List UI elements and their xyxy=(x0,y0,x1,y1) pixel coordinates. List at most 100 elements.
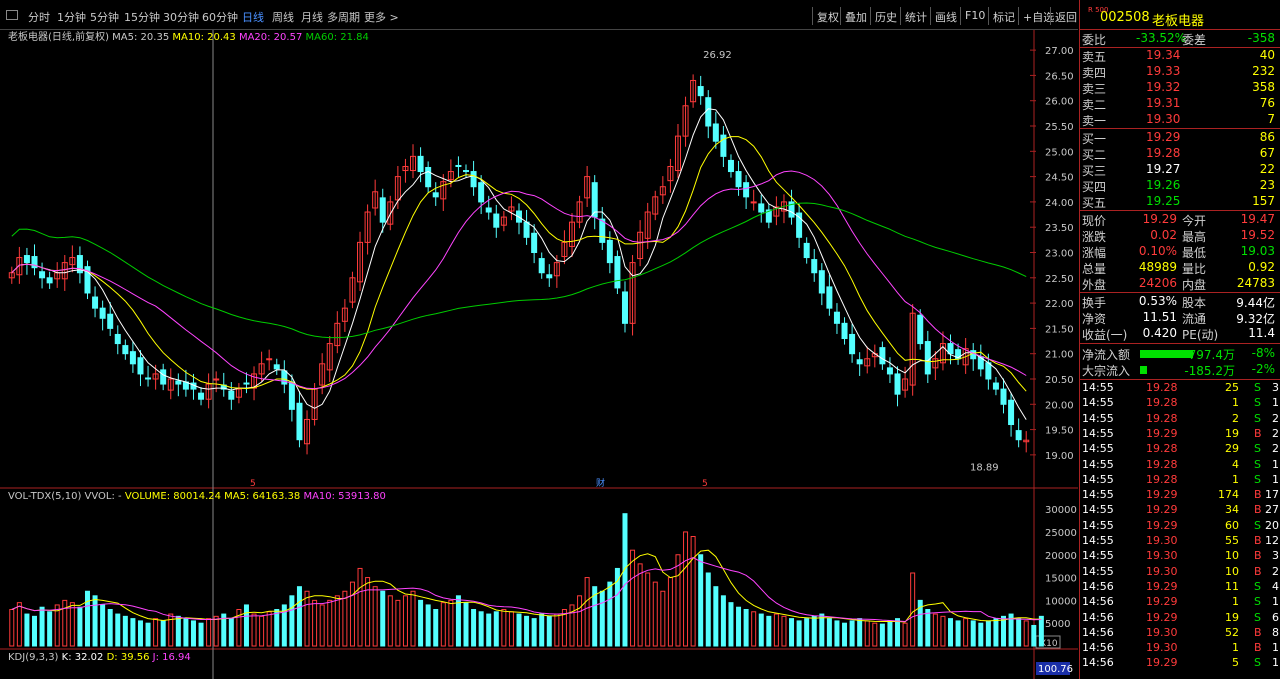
trade-time: 14:55 xyxy=(1082,503,1114,517)
ask-row-2: 卖三 19.32 358 xyxy=(1080,80,1280,96)
volume-bar xyxy=(675,554,681,647)
candle-body xyxy=(160,369,167,385)
toolbar-button-1[interactable]: 叠加 xyxy=(840,7,871,25)
trade-volume: 29 xyxy=(1225,442,1239,456)
price-tick-label-1: 26.50 xyxy=(1045,71,1074,82)
stat-value-2: 19.47 xyxy=(1240,212,1275,226)
candle-body xyxy=(145,377,152,380)
candle-body xyxy=(705,97,712,127)
toolbar-button-3[interactable]: 统计 xyxy=(900,7,931,25)
price-tick-label-16: 19.00 xyxy=(1045,451,1074,462)
order-diff-label: 委差 xyxy=(1182,33,1207,47)
fund-label: 收益(一) xyxy=(1082,328,1128,342)
flow-value: -797.4万 xyxy=(1184,348,1235,362)
bid-price: 19.29 xyxy=(1146,130,1181,144)
stat-row-3: 总量 48989 量比 0.92 xyxy=(1080,260,1280,276)
bid-label: 买四 xyxy=(1082,180,1107,194)
price-tick-label-3: 25.50 xyxy=(1045,122,1074,133)
period-tab-2[interactable]: 5分钟 xyxy=(90,9,119,25)
fund-label-2: 流通 xyxy=(1182,312,1207,326)
trade-row-0: 14:55 19.28 25 S 3 xyxy=(1080,381,1280,397)
ask-price: 19.31 xyxy=(1146,96,1181,110)
volume-bar xyxy=(274,609,280,647)
price-tick-label-15: 19.50 xyxy=(1045,426,1074,437)
stat-label-2: 最高 xyxy=(1182,230,1207,244)
volume-bar xyxy=(9,609,15,647)
volume-bar xyxy=(516,613,522,647)
trade-count: 1 xyxy=(1272,472,1279,486)
volume-bar xyxy=(486,613,492,647)
period-tab-4[interactable]: 30分钟 xyxy=(163,9,199,25)
fund-label-2: PE(动) xyxy=(1182,328,1219,342)
volume-bar xyxy=(1016,618,1022,647)
trade-row-7: 14:55 19.29 174 B 17 xyxy=(1080,488,1280,504)
volume-bar xyxy=(607,581,613,647)
volume-bar xyxy=(660,590,666,647)
trade-time: 14:55 xyxy=(1082,549,1114,563)
price-tick-label-9: 22.50 xyxy=(1045,274,1074,285)
trade-row-11: 14:55 19.30 10 B 3 xyxy=(1080,549,1280,565)
trade-side: S xyxy=(1254,656,1261,670)
volume-bar xyxy=(16,602,22,647)
kline-chart[interactable]: 27.00 26.50 26.00 25.50 25.00 24.50 24.00 23.50… xyxy=(0,0,1078,679)
trade-side: B xyxy=(1254,426,1262,440)
volume-bar xyxy=(887,620,893,647)
volume-bar xyxy=(622,513,628,647)
volume-bar xyxy=(84,590,90,647)
toolbar-button-8[interactable]: 返回 xyxy=(1050,7,1081,25)
trade-time: 14:56 xyxy=(1082,625,1114,639)
period-tab-7[interactable]: 周线 xyxy=(272,9,294,25)
bid-stats-separator xyxy=(1080,210,1280,211)
period-tab-3[interactable]: 15分钟 xyxy=(124,9,160,25)
volume-bar xyxy=(781,615,787,647)
trade-side: S xyxy=(1254,442,1261,456)
candle-body xyxy=(886,367,893,375)
toolbar-button-5[interactable]: F10 xyxy=(960,7,989,25)
candle-body xyxy=(727,159,734,173)
volume-bar xyxy=(842,622,848,647)
volume-bar xyxy=(418,599,424,647)
period-tab-1[interactable]: 1分钟 xyxy=(57,9,86,25)
trade-time: 14:55 xyxy=(1082,518,1114,532)
period-menu-icon[interactable] xyxy=(6,10,18,20)
volume-bar xyxy=(115,613,121,647)
volume-bar xyxy=(872,622,878,647)
stat-value-2: 0.92 xyxy=(1248,260,1275,274)
period-tab-10[interactable]: 更多 > xyxy=(364,9,399,25)
volume-bar xyxy=(978,622,984,647)
toolbar-button-0[interactable]: 复权 xyxy=(812,7,843,25)
period-tab-6[interactable]: 日线 xyxy=(242,9,264,25)
period-tab-9[interactable]: 多周期 xyxy=(327,9,360,25)
stat-value-2: 19.03 xyxy=(1240,244,1275,258)
ask-price: 19.34 xyxy=(1146,48,1181,62)
trade-price: 19.30 xyxy=(1146,641,1178,655)
period-tab-8[interactable]: 月线 xyxy=(301,9,323,25)
toolbar-button-4[interactable]: 画线 xyxy=(930,7,961,25)
toolbar-button-6[interactable]: 标记 xyxy=(988,7,1019,25)
bid-price: 19.25 xyxy=(1146,194,1181,208)
volume-bar xyxy=(667,577,673,647)
trade-count: 2 xyxy=(1272,411,1279,425)
trade-count: 27 xyxy=(1265,503,1279,517)
volume-bar xyxy=(948,618,954,647)
candle-body xyxy=(137,357,144,375)
trade-price: 19.28 xyxy=(1146,472,1178,486)
candle-body xyxy=(243,382,250,385)
volume-bar xyxy=(705,572,711,647)
volume-bar xyxy=(372,586,378,647)
low-price-label: 18.89 xyxy=(970,462,999,473)
trade-side: B xyxy=(1254,503,1262,517)
order-ratio-row: 委比 -33.52% 委差 -358 xyxy=(1080,31,1280,47)
bid-volume: 157 xyxy=(1252,194,1275,208)
fund-label-2: 股本 xyxy=(1182,296,1207,310)
volume-ma10: MA10: 53913.80 xyxy=(303,491,386,502)
volume-bar xyxy=(349,581,355,647)
toolbar-button-2[interactable]: 历史 xyxy=(870,7,901,25)
volume-bar xyxy=(819,613,825,647)
volume-bar xyxy=(296,586,302,647)
trade-row-9: 14:55 19.29 60 S 20 xyxy=(1080,519,1280,535)
period-tab-0[interactable]: 分时 xyxy=(28,9,50,25)
period-tab-5[interactable]: 60分钟 xyxy=(202,9,238,25)
stat-label: 总量 xyxy=(1082,262,1107,276)
fund-value: 0.420 xyxy=(1142,326,1177,340)
